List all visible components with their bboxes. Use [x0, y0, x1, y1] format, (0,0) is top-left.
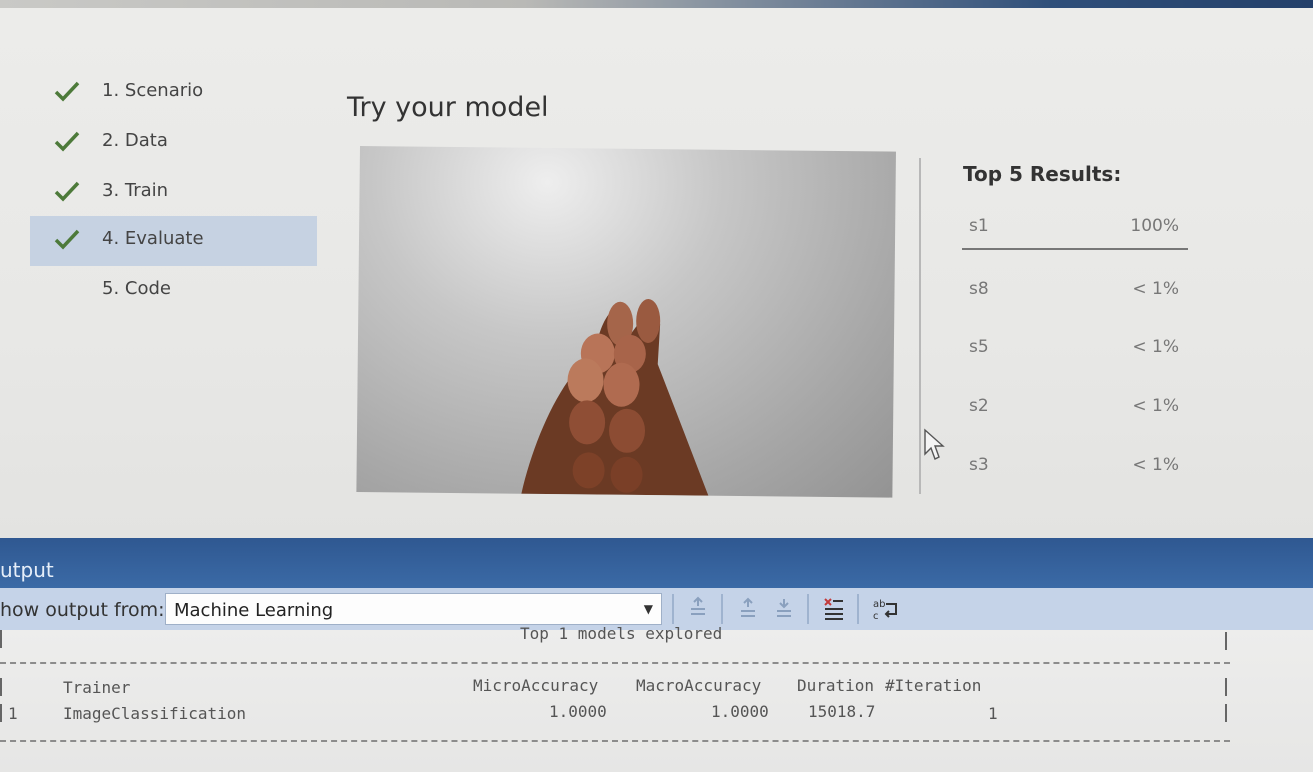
results-title: Top 5 Results:: [963, 162, 1122, 186]
result-value: < 1%: [1132, 337, 1179, 357]
step-label: 2. Data: [102, 130, 168, 151]
check-icon: [54, 181, 80, 202]
output-window-title-bar: utput: [0, 538, 1313, 588]
toolbar-separator: [857, 594, 859, 624]
show-output-from-label: how output from:: [0, 599, 165, 621]
step-label: 3. Train: [102, 180, 169, 201]
result-label: s5: [969, 337, 989, 357]
toolbar-separator: [672, 594, 674, 624]
go-to-previous-message-icon[interactable]: [738, 596, 760, 622]
console-dashed-separator: [0, 740, 1230, 742]
find-message-in-code-icon[interactable]: [688, 596, 710, 622]
svg-text:ab: ab: [873, 599, 885, 610]
row-microaccuracy: 1.0000: [549, 702, 607, 721]
table-border: [1225, 704, 1227, 722]
result-row: s2 < 1%: [963, 396, 1189, 426]
mouse-cursor-icon: [924, 428, 945, 460]
table-border: [1225, 632, 1227, 650]
step-code[interactable]: 5. Code: [30, 266, 317, 316]
step-train[interactable]: 3. Train: [30, 168, 317, 218]
check-icon: [54, 131, 80, 152]
output-console[interactable]: Top 1 models explored Trainer MicroAccur…: [0, 624, 1313, 772]
column-header-macroaccuracy: MacroAccuracy: [636, 676, 762, 695]
page-title: Try your model: [347, 92, 549, 123]
table-border: [0, 704, 2, 722]
result-value: 100%: [1130, 216, 1179, 236]
step-evaluate[interactable]: 4. Evaluate: [30, 216, 317, 266]
clear-all-icon[interactable]: [822, 596, 846, 622]
step-label: 1. Scenario: [102, 80, 204, 101]
model-builder-panel: 1. Scenario 2. Data 3. Train 4. Evaluate…: [0, 8, 1313, 538]
result-row: s1 100%: [963, 216, 1189, 246]
window-top-band: [0, 0, 1313, 8]
column-header-iteration: #Iteration: [885, 676, 982, 695]
step-label: 5. Code: [102, 278, 171, 299]
result-label: s8: [969, 279, 989, 299]
toolbar-separator: [721, 594, 723, 624]
test-image: [356, 146, 896, 498]
step-data[interactable]: 2. Data: [30, 118, 317, 168]
result-value: < 1%: [1132, 455, 1179, 475]
go-to-next-message-icon[interactable]: [774, 596, 796, 622]
result-row: s5 < 1%: [963, 337, 1189, 367]
output-source-dropdown[interactable]: Machine Learning ▼: [165, 593, 662, 625]
row-macroaccuracy: 1.0000: [711, 702, 769, 721]
vertical-divider: [919, 158, 921, 494]
column-header-trainer: Trainer: [63, 678, 131, 697]
svg-text:c: c: [873, 611, 879, 622]
step-label: 4. Evaluate: [102, 228, 204, 249]
table-border: [0, 678, 2, 696]
top-result-underline: [962, 248, 1188, 250]
row-trainer: ImageClassification: [63, 704, 247, 723]
output-source-value: Machine Learning: [174, 600, 334, 621]
console-heading: Top 1 models explored: [520, 624, 723, 643]
table-border: [0, 630, 2, 648]
result-label: s1: [969, 216, 989, 236]
toolbar-separator: [807, 594, 809, 624]
row-iteration: 1: [988, 704, 998, 723]
row-index: 1: [8, 704, 18, 723]
result-row: s3 < 1%: [963, 455, 1189, 485]
toggle-word-wrap-icon[interactable]: ab c: [872, 596, 900, 622]
console-dashed-separator: [0, 662, 1230, 664]
check-icon: [54, 229, 80, 250]
result-label: s2: [969, 396, 989, 416]
column-header-duration: Duration: [797, 676, 875, 695]
result-row: s8 < 1%: [963, 279, 1189, 309]
row-duration: 15018.7: [808, 702, 876, 721]
table-border: [1225, 678, 1227, 696]
step-scenario[interactable]: 1. Scenario: [30, 68, 317, 118]
check-icon: [54, 81, 80, 102]
hands-image: [521, 299, 709, 496]
column-header-microaccuracy: MicroAccuracy: [473, 676, 599, 695]
result-label: s3: [969, 455, 989, 475]
output-window-title: utput: [0, 558, 54, 582]
result-value: < 1%: [1132, 279, 1179, 299]
dropdown-arrow-icon: ▼: [643, 602, 653, 616]
result-value: < 1%: [1132, 396, 1179, 416]
